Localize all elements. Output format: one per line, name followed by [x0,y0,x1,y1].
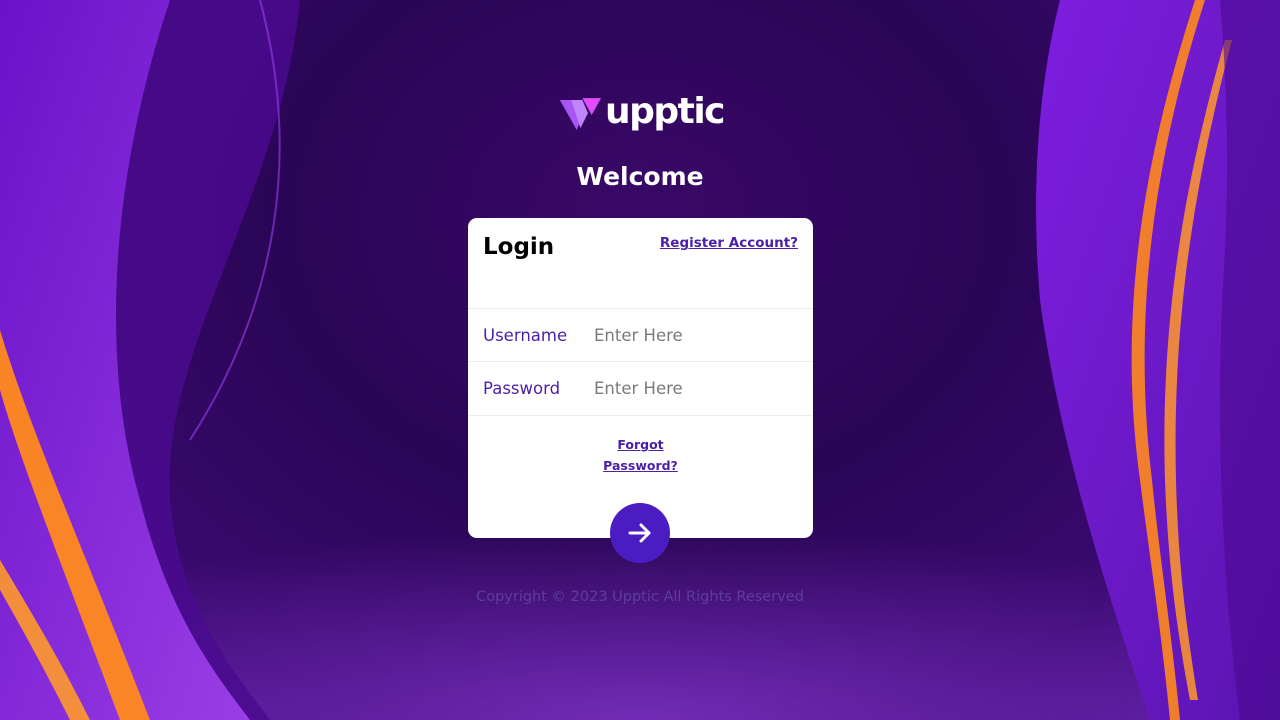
password-input[interactable] [594,379,794,398]
forgot-line-2: Password? [603,458,678,473]
login-card: Login Register Account? Username Passwor… [468,218,813,538]
copyright-text: Copyright © 2023 Upptic All Rights Reser… [476,589,804,605]
forgot-password-link[interactable]: Forgot Password? [468,434,813,476]
login-submit-button[interactable] [610,503,670,563]
upptic-v-logo-icon [559,98,602,130]
forgot-line-1: Forgot [617,437,664,452]
welcome-heading: Welcome [576,162,704,191]
register-account-link[interactable]: Register Account? [660,235,798,251]
password-label: Password [483,379,561,398]
arrow-right-icon [628,523,651,543]
username-row: Username [468,308,813,362]
login-title: Login [483,234,555,260]
password-row: Password [468,361,813,416]
brand-name: upptic [604,91,726,132]
username-label: Username [483,326,568,345]
upptic-logo: upptic [558,91,726,136]
login-page: upptic Welcome Login Register Account? U… [0,0,1280,720]
username-input[interactable] [594,326,794,345]
